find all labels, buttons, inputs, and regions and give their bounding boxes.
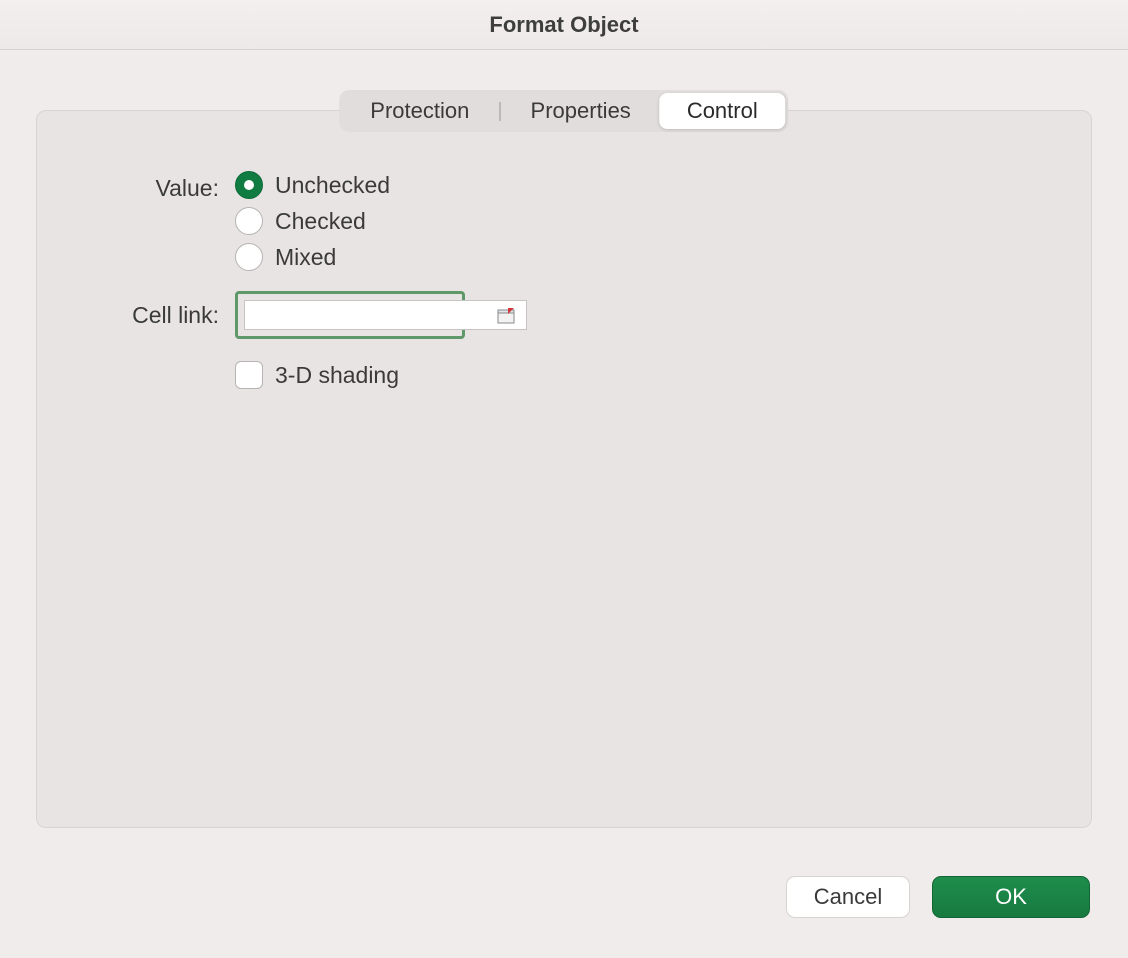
checkbox-label: 3-D shading xyxy=(275,362,399,389)
radio-circle-icon xyxy=(235,207,263,235)
dialog-title: Format Object xyxy=(489,12,638,38)
cell-link-controls xyxy=(235,291,1061,339)
button-label: Cancel xyxy=(814,884,882,910)
tab-protection[interactable]: Protection xyxy=(342,93,497,129)
shading-controls: 3-D shading xyxy=(235,361,1061,389)
radio-label: Mixed xyxy=(275,244,336,271)
form-area: Value: Unchecked Checked Mixed Cell link… xyxy=(37,171,1091,395)
cell-link-input[interactable] xyxy=(244,300,527,330)
tab-label: Control xyxy=(687,98,758,124)
range-picker-button[interactable] xyxy=(497,302,515,328)
cell-link-input-wrap xyxy=(235,291,465,339)
row-value: Value: Unchecked Checked Mixed xyxy=(67,171,1061,271)
button-label: OK xyxy=(995,884,1027,910)
value-options: Unchecked Checked Mixed xyxy=(235,171,1061,271)
footer-buttons: Cancel OK xyxy=(786,876,1090,918)
radio-label: Unchecked xyxy=(275,172,390,199)
cell-link-label: Cell link: xyxy=(67,302,235,329)
range-picker-icon xyxy=(497,306,515,324)
cancel-button[interactable]: Cancel xyxy=(786,876,910,918)
titlebar: Format Object xyxy=(0,0,1128,50)
tabs-segmented-control: Protection | Properties Control xyxy=(339,90,788,132)
tab-label: Protection xyxy=(370,98,469,124)
content-pane: Value: Unchecked Checked Mixed Cell link… xyxy=(36,110,1092,828)
radio-unchecked[interactable]: Unchecked xyxy=(235,171,1061,199)
tab-properties[interactable]: Properties xyxy=(503,93,659,129)
checkbox-3d-shading[interactable]: 3-D shading xyxy=(235,361,1061,389)
tab-label: Properties xyxy=(531,98,631,124)
ok-button[interactable]: OK xyxy=(932,876,1090,918)
checkbox-box-icon xyxy=(235,361,263,389)
radio-checked[interactable]: Checked xyxy=(235,207,1061,235)
radio-mixed[interactable]: Mixed xyxy=(235,243,1061,271)
row-3d-shading: 3-D shading xyxy=(67,361,1061,389)
radio-dot-icon xyxy=(235,171,263,199)
value-label: Value: xyxy=(67,171,235,202)
tab-control[interactable]: Control xyxy=(659,93,786,129)
radio-label: Checked xyxy=(275,208,366,235)
row-cell-link: Cell link: xyxy=(67,291,1061,339)
radio-circle-icon xyxy=(235,243,263,271)
